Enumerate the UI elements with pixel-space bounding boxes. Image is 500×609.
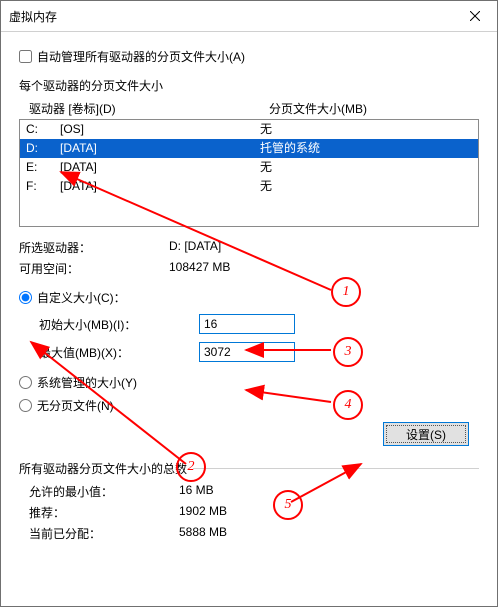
recommended-label: 推荐： xyxy=(29,504,179,521)
per-drive-title: 每个驱动器的分页文件大小 xyxy=(19,77,479,94)
current-alloc-label: 当前已分配： xyxy=(29,525,179,542)
drive-row[interactable]: E:[DATA]无 xyxy=(20,158,478,177)
virtual-memory-dialog: 虚拟内存 自动管理所有驱动器的分页文件大小(A) 每个驱动器的分页文件大小 驱动… xyxy=(0,0,498,607)
custom-size-radio[interactable] xyxy=(19,291,32,304)
step-badge-1: 1 xyxy=(331,277,361,307)
current-alloc-value: 5888 MB xyxy=(179,525,227,542)
drive-letter: C: xyxy=(26,121,60,138)
no-paging-label: 无分页文件(N) xyxy=(37,397,114,414)
auto-manage-label: 自动管理所有驱动器的分页文件大小(A) xyxy=(37,48,245,65)
step-badge-5: 5 xyxy=(273,490,303,520)
system-managed-label: 系统管理的大小(Y) xyxy=(37,374,137,391)
step-badge-2: 2 xyxy=(176,452,206,482)
system-managed-radio[interactable] xyxy=(19,376,32,389)
drive-paging: 托管的系统 xyxy=(260,140,478,157)
initial-size-input[interactable] xyxy=(199,314,295,334)
drive-letter: D: xyxy=(26,140,60,157)
drive-paging: 无 xyxy=(260,178,478,195)
drive-row[interactable]: C:[OS]无 xyxy=(20,120,478,139)
content-area: 自动管理所有驱动器的分页文件大小(A) 每个驱动器的分页文件大小 驱动器 [卷标… xyxy=(1,32,497,606)
set-button[interactable]: 设置(S) xyxy=(383,422,469,446)
auto-manage-checkbox[interactable] xyxy=(19,50,32,63)
free-space-label: 可用空间： xyxy=(19,260,169,277)
selected-drive-label: 所选驱动器： xyxy=(19,239,169,256)
totals-title: 所有驱动器分页文件大小的总数 xyxy=(19,460,187,477)
drive-label: [OS] xyxy=(60,121,260,138)
drive-label: [DATA] xyxy=(60,178,260,195)
initial-size-label: 初始大小(MB)(I)： xyxy=(19,316,199,333)
drive-label: [DATA] xyxy=(60,140,260,157)
drive-letter: F: xyxy=(26,178,60,195)
min-allowed-value: 16 MB xyxy=(179,483,214,500)
drive-letter: E: xyxy=(26,159,60,176)
drive-list-header: 驱动器 [卷标](D) 分页文件大小(MB) xyxy=(19,98,479,119)
drive-row[interactable]: F:[DATA]无 xyxy=(20,177,478,196)
header-size: 分页文件大小(MB) xyxy=(269,100,479,117)
close-button[interactable] xyxy=(453,1,497,31)
recommended-value: 1902 MB xyxy=(179,504,227,521)
step-badge-3: 3 xyxy=(333,337,363,367)
free-space-value: 108427 MB xyxy=(169,260,230,277)
separator xyxy=(193,468,479,469)
step-badge-4: 4 xyxy=(333,390,363,420)
titlebar: 虚拟内存 xyxy=(1,1,497,32)
drive-paging: 无 xyxy=(260,159,478,176)
drive-label: [DATA] xyxy=(60,159,260,176)
min-allowed-label: 允许的最小值： xyxy=(29,483,179,500)
header-drive: 驱动器 [卷标](D) xyxy=(29,100,269,117)
max-size-input[interactable] xyxy=(199,342,295,362)
custom-size-label: 自定义大小(C)： xyxy=(37,289,126,306)
drive-paging: 无 xyxy=(260,121,478,138)
drive-list[interactable]: C:[OS]无D:[DATA]托管的系统E:[DATA]无F:[DATA]无 xyxy=(19,119,479,227)
no-paging-radio[interactable] xyxy=(19,399,32,412)
drive-row[interactable]: D:[DATA]托管的系统 xyxy=(20,139,478,158)
selected-drive-value: D: [DATA] xyxy=(169,239,221,256)
max-size-label: 最大值(MB)(X)： xyxy=(19,344,199,361)
window-title: 虚拟内存 xyxy=(9,8,453,25)
close-icon xyxy=(470,11,480,21)
